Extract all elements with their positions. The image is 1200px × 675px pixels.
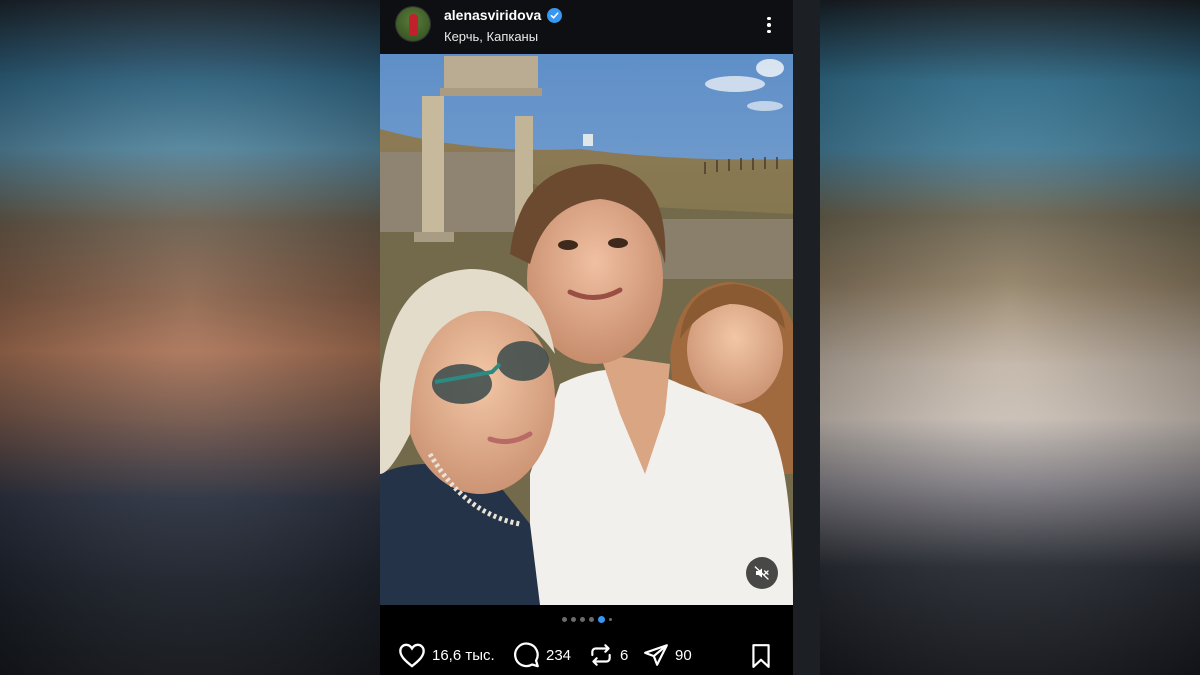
post-header: alenasviridova Керчь, Капканы <box>380 0 793 54</box>
carousel-indicator <box>380 616 793 623</box>
comment-button[interactable]: 234 <box>513 641 572 669</box>
selfie-image <box>380 54 793 605</box>
comment-bubble-icon <box>514 641 539 667</box>
post-actions: 16,6 тыс. 234 6 90 <box>380 635 793 675</box>
username[interactable]: alenasviridova <box>444 7 541 23</box>
verified-badge-icon <box>547 7 563 23</box>
post-photo[interactable] <box>380 54 793 605</box>
likes-count: 16,6 тыс. <box>432 646 495 664</box>
save-button[interactable] <box>749 643 773 669</box>
carousel-dot <box>608 618 612 621</box>
more-options-icon <box>767 16 771 21</box>
avatar[interactable] <box>396 7 430 41</box>
heart-icon <box>399 643 425 668</box>
carousel-dot <box>570 617 576 622</box>
comments-count: 234 <box>546 646 572 664</box>
carousel-dot <box>579 617 585 622</box>
repost-button[interactable]: 6 <box>588 642 628 668</box>
blurred-background-right <box>820 0 1200 675</box>
reposts-count: 6 <box>620 646 629 664</box>
like-button[interactable]: 16,6 тыс. <box>398 642 495 668</box>
blurred-background-left <box>0 0 380 675</box>
repost-icon <box>591 644 611 666</box>
carousel-dot <box>561 617 567 622</box>
speaker-muted-icon <box>754 566 769 580</box>
post-panel: alenasviridova Керчь, Капканы 16,6 тыс. … <box>380 0 793 675</box>
more-options-button[interactable] <box>759 12 779 38</box>
share-button[interactable]: 90 <box>643 642 692 668</box>
bookmark-icon <box>752 644 770 668</box>
mute-button[interactable] <box>746 557 778 589</box>
carousel-dot <box>588 617 594 622</box>
location-link[interactable]: Керчь, Капканы <box>444 29 538 44</box>
paper-plane-icon <box>644 644 668 666</box>
carousel-dot-active <box>597 616 605 623</box>
shares-count: 90 <box>675 646 692 664</box>
